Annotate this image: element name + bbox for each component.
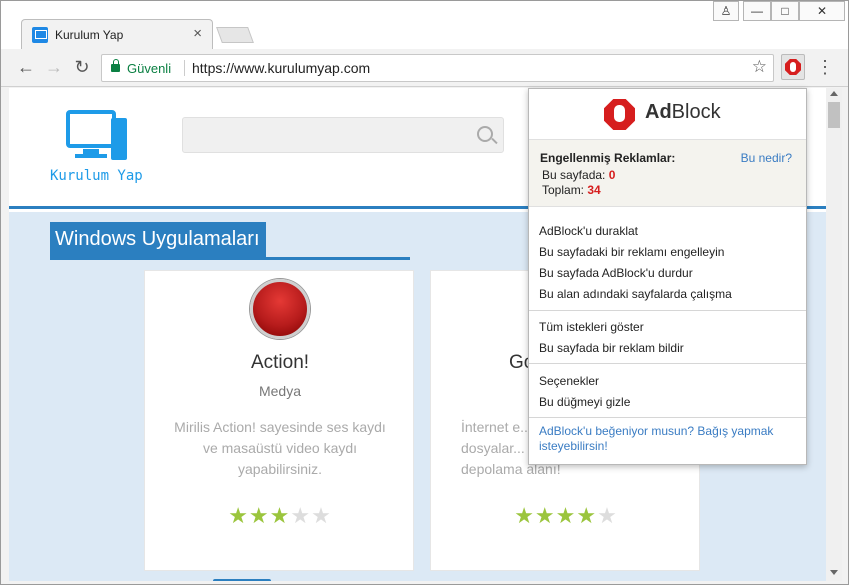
scroll-down-icon[interactable] — [830, 570, 838, 575]
reload-icon[interactable]: ↻ — [71, 57, 93, 79]
total-label: Toplam: — [542, 183, 585, 197]
browser-window: Kurulum Yap × ♙ — □ ✕ ← → ↻ Güvenli http… — [0, 0, 849, 585]
menu-disable-on-domain[interactable]: Bu alan adındaki sayfalarda çalışma — [539, 287, 732, 301]
menu-options[interactable]: Seçenekler — [539, 374, 599, 388]
adblock-stop-hand-icon — [785, 59, 801, 75]
rating-stars-filled: ★★★ — [228, 503, 291, 528]
search-icon[interactable] — [477, 126, 493, 142]
logo-base — [75, 154, 107, 158]
logo-text: Kurulum Yap — [50, 168, 143, 184]
menu-disable-on-page[interactable]: Bu sayfada AdBlock'u durdur — [539, 266, 693, 280]
tab-close-icon[interactable]: × — [193, 25, 202, 42]
logo-tower — [111, 118, 127, 160]
scroll-up-icon[interactable] — [830, 91, 838, 96]
stats-total-row: Toplam: 34 — [542, 183, 601, 197]
menu-show-all-requests[interactable]: Tüm istekleri göster — [539, 320, 644, 334]
url-text[interactable]: https://www.kurulumyap.com — [192, 60, 370, 76]
url-divider — [184, 60, 185, 76]
adblock-extension-button[interactable] — [781, 54, 805, 80]
back-icon[interactable]: ← — [15, 57, 37, 79]
page-count: 0 — [608, 168, 616, 182]
menu-hide-button[interactable]: Bu düğmeyi gizle — [539, 395, 630, 409]
tab-title: Kurulum Yap — [55, 28, 124, 42]
page-bottom-indicator — [213, 579, 271, 581]
menu-separator — [529, 310, 806, 311]
rating-stars-empty: ★★ — [290, 503, 332, 528]
what-is-this-link[interactable]: Bu nedir? — [741, 151, 792, 165]
app-name[interactable]: Action! — [145, 352, 415, 374]
popup-header: AdBlock — [529, 89, 806, 139]
adblock-logo-icon — [604, 99, 635, 130]
donate-link[interactable]: AdBlock'u beğeniyor musun? Bağış yapmak … — [539, 424, 799, 454]
new-tab-button[interactable] — [216, 27, 254, 43]
scroll-thumb[interactable] — [828, 102, 840, 128]
lock-icon — [111, 59, 120, 72]
menu-separator — [529, 363, 806, 364]
secure-label: Güvenli — [127, 61, 172, 76]
app-description: Mirilis Action! sayesinde ses kaydı ve m… — [174, 419, 386, 477]
menu-pause-adblock[interactable]: AdBlock'u duraklat — [539, 224, 638, 238]
site-favicon-icon — [32, 27, 48, 43]
computer-logo-icon — [66, 110, 116, 148]
browser-toolbar: ← → ↻ Güvenli https://www.kurulumyap.com… — [1, 49, 848, 87]
stats-title: Engellenmiş Reklamlar: — [540, 151, 676, 165]
brand-prefix: Ad — [645, 101, 672, 123]
brand-suffix: Block — [671, 101, 721, 123]
address-bar[interactable]: Güvenli https://www.kurulumyap.com ☆ — [101, 54, 774, 82]
menu-report-ad[interactable]: Bu sayfada bir reklam bildir — [539, 341, 684, 355]
bookmark-star-icon[interactable]: ☆ — [752, 57, 767, 77]
minimize-icon[interactable]: — — [743, 1, 771, 21]
popup-brand: AdBlock — [645, 101, 721, 124]
page-label: Bu sayfada: — [542, 168, 606, 182]
rating-stars: ★★★★★ — [145, 503, 415, 529]
rating-stars-filled: ★★★★ — [514, 503, 598, 528]
user-profile-icon[interactable]: ♙ — [713, 1, 739, 21]
maximize-icon[interactable]: □ — [771, 1, 799, 21]
total-count: 34 — [587, 183, 601, 197]
section-underline — [50, 257, 410, 260]
close-window-icon[interactable]: ✕ — [799, 1, 845, 21]
menu-block-ad-on-page[interactable]: Bu sayfadaki bir reklamı engelleyin — [539, 245, 724, 259]
stats-page-row: Bu sayfada: 0 — [542, 168, 615, 182]
blocked-ads-stats: Engellenmiş Reklamlar: Bu nedir? Bu sayf… — [529, 139, 806, 207]
section-title: Windows Uygulamaları — [50, 222, 266, 258]
vertical-scrollbar[interactable] — [826, 88, 842, 581]
site-search-input[interactable] — [182, 117, 504, 153]
adblock-popup: AdBlock Engellenmiş Reklamlar: Bu nedir?… — [528, 88, 807, 465]
record-button-icon — [250, 279, 310, 339]
tab-kurulum-yap[interactable]: Kurulum Yap × — [21, 19, 213, 49]
forward-icon[interactable]: → — [43, 57, 65, 79]
rating-stars: ★★★★★ — [431, 503, 701, 529]
tab-strip: Kurulum Yap × ♙ — □ ✕ — [1, 1, 848, 49]
app-card[interactable]: Action! Medya Mirilis Action! sayesinde … — [144, 270, 414, 571]
menu-separator — [529, 417, 806, 418]
browser-menu-icon[interactable]: ⋮ — [816, 57, 834, 79]
app-category: Medya — [258, 383, 302, 399]
rating-stars-empty: ★ — [597, 503, 618, 528]
